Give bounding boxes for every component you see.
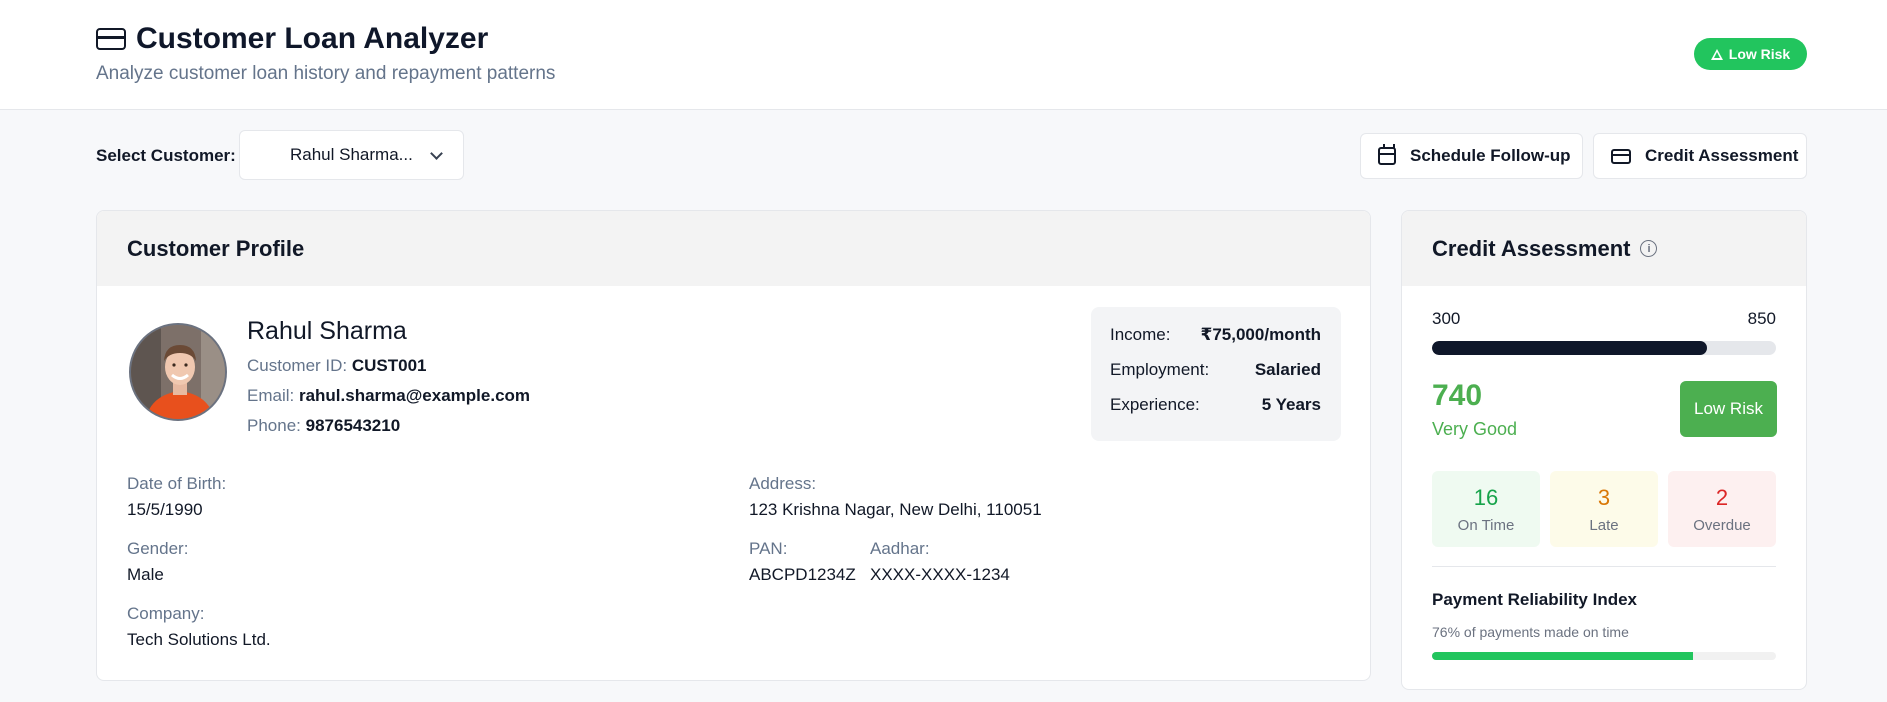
reliability-bar-fill xyxy=(1432,652,1694,660)
late-stat: 3 Late xyxy=(1550,471,1658,547)
income-label: Income: xyxy=(1110,325,1171,344)
schedule-follow-up-label: Schedule Follow-up xyxy=(1410,146,1571,165)
pan-value: ABCPD1234Z xyxy=(749,565,856,584)
aadhar-value: XXXX-XXXX-1234 xyxy=(870,565,1010,584)
score-scale-min: 300 xyxy=(1432,309,1461,328)
gender-field: Gender: Male xyxy=(127,539,188,585)
aadhar-field: Aadhar: XXXX-XXXX-1234 xyxy=(870,539,1010,585)
pan-field: PAN: ABCPD1234Z xyxy=(749,539,856,585)
app-header: Customer Loan Analyzer Analyze customer … xyxy=(0,0,1887,110)
customer-phone-value: 9876543210 xyxy=(305,416,401,435)
gender-value: Male xyxy=(127,565,164,584)
score-scale-max: 850 xyxy=(1747,309,1776,328)
credit-rating: Very Good xyxy=(1432,419,1518,439)
experience-label: Experience: xyxy=(1110,395,1200,414)
address-label: Address: xyxy=(749,474,817,493)
on-time-stat: 16 On Time xyxy=(1432,471,1540,547)
reliability-text: 76% of payments made on time xyxy=(1432,624,1629,640)
customer-phone-label: Phone: xyxy=(247,416,301,435)
page-title: Customer Loan Analyzer xyxy=(136,22,489,55)
customer-email-label: Email: xyxy=(247,386,295,405)
customer-name: Rahul Sharma xyxy=(247,317,407,345)
risk-badge: Low Risk xyxy=(1694,38,1807,70)
customer-phone: Phone: 9876543210 xyxy=(247,416,400,436)
company-value: Tech Solutions Ltd. xyxy=(127,630,271,649)
credit-score-bar xyxy=(1432,341,1776,355)
reliability-title: Payment Reliability Index xyxy=(1432,590,1638,609)
dob-value: 15/5/1990 xyxy=(127,500,203,519)
warning-triangle-icon xyxy=(1710,48,1723,60)
customer-id: Customer ID: CUST001 xyxy=(247,356,427,376)
customer-select[interactable]: Rahul Sharma... xyxy=(239,130,464,180)
calendar-icon xyxy=(1378,144,1396,165)
risk-badge-label: Low Risk xyxy=(1728,46,1791,62)
company-field: Company: Tech Solutions Ltd. xyxy=(127,604,271,650)
reliability-bar xyxy=(1432,652,1776,660)
overdue-stat: 2 Overdue xyxy=(1668,471,1776,547)
pan-label: PAN: xyxy=(749,539,788,558)
customer-email: Email: rahul.sharma@example.com xyxy=(247,386,530,406)
title-row: Customer Loan Analyzer xyxy=(96,22,488,56)
score-scale: 300 850 xyxy=(1432,309,1776,329)
dob-field: Date of Birth: 15/5/1990 xyxy=(127,474,226,520)
credit-assessment-label: Credit Assessment xyxy=(1645,146,1799,165)
page-subtitle: Analyze customer loan history and repaym… xyxy=(96,63,556,84)
employment-value: Salaried xyxy=(1254,360,1321,379)
customer-email-value: rahul.sharma@example.com xyxy=(298,386,531,405)
aadhar-label: Aadhar: xyxy=(870,539,930,558)
income-row: Income: ₹75,000/month xyxy=(1110,325,1321,360)
gender-label: Gender: xyxy=(127,539,189,558)
experience-value: 5 Years xyxy=(1261,395,1321,414)
low-risk-button[interactable]: Low Risk xyxy=(1680,381,1777,437)
credit-score: 740 xyxy=(1432,379,1483,412)
employment-label: Employment: xyxy=(1110,360,1210,379)
overdue-label: Overdue xyxy=(1693,517,1751,534)
employment-row: Employment: Salaried xyxy=(1110,360,1321,395)
schedule-follow-up-button[interactable]: Schedule Follow-up xyxy=(1360,133,1583,179)
credit-card-icon xyxy=(1611,148,1631,164)
address-value: 123 Krishna Nagar, New Delhi, 110051 xyxy=(749,500,1042,519)
address-field: Address: 123 Krishna Nagar, New Delhi, 1… xyxy=(749,474,1042,520)
company-label: Company: xyxy=(127,604,205,623)
customer-profile-heading: Customer Profile xyxy=(97,211,1370,286)
customer-select-value: Rahul Sharma... xyxy=(290,145,413,164)
select-customer-label: Select Customer: xyxy=(96,146,236,165)
customer-profile-title: Customer Profile xyxy=(127,235,305,261)
customer-profile-panel: Customer Profile Rahul Sharma Customer I… xyxy=(96,210,1371,681)
credit-assessment-title: Credit Assessment xyxy=(1432,235,1631,261)
income-summary-box: Income: ₹75,000/month Employment: Salari… xyxy=(1091,307,1341,441)
credit-assessment-panel: Credit Assessment i 300 850 740 Very Goo… xyxy=(1401,210,1807,690)
credit-card-icon xyxy=(96,28,126,50)
divider xyxy=(1432,566,1776,567)
late-label: Late xyxy=(1589,517,1619,534)
overdue-count: 2 xyxy=(1715,485,1729,510)
dob-label: Date of Birth: xyxy=(127,474,227,493)
on-time-label: On Time xyxy=(1457,517,1515,534)
customer-id-label: Customer ID: xyxy=(247,356,348,375)
info-icon[interactable]: i xyxy=(1640,240,1658,257)
on-time-count: 16 xyxy=(1473,485,1499,510)
customer-id-value: CUST001 xyxy=(351,356,427,375)
experience-row: Experience: 5 Years xyxy=(1110,395,1321,430)
credit-score-bar-fill xyxy=(1432,341,1708,355)
avatar xyxy=(129,323,227,421)
avatar-image xyxy=(131,325,225,419)
credit-assessment-heading: Credit Assessment i xyxy=(1402,211,1806,286)
chevron-down-icon xyxy=(430,147,443,160)
income-value: ₹75,000/month xyxy=(1200,325,1321,344)
credit-assessment-button[interactable]: Credit Assessment xyxy=(1593,133,1807,179)
late-count: 3 xyxy=(1597,485,1611,510)
